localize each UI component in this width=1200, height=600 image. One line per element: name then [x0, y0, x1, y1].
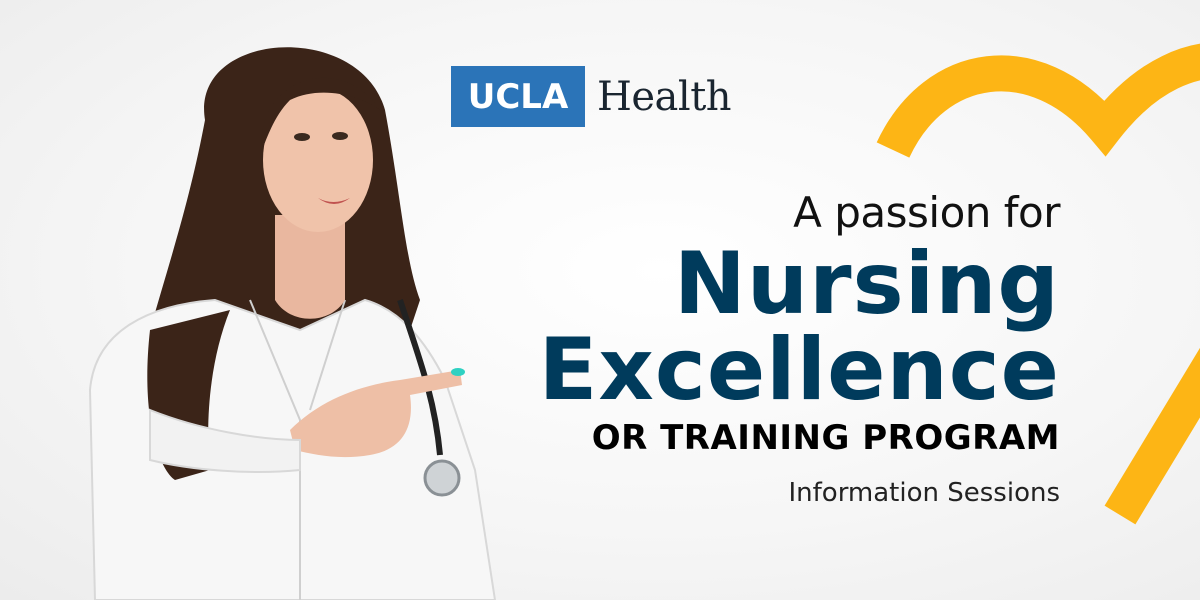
headline-sessions: Information Sessions — [788, 478, 1060, 508]
headline-program: OR TRAINING PROGRAM — [591, 418, 1060, 458]
logo-wordmark: Health — [597, 73, 732, 120]
headline-intro: A passion for — [793, 188, 1060, 237]
headline-excellence: Excellence — [538, 320, 1060, 420]
headline-nursing: Nursing — [673, 234, 1060, 334]
ucla-health-logo: UCLA Health — [451, 66, 732, 127]
logo-box: UCLA — [451, 66, 585, 127]
